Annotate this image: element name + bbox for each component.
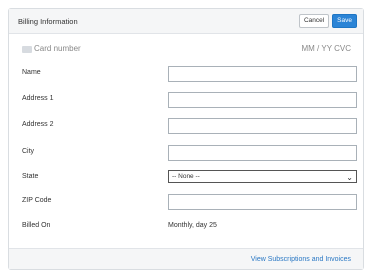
- state-selected-value: -- None --: [172, 173, 200, 180]
- header-buttons: Cancel Save: [298, 14, 357, 28]
- address2-label: Address 2: [22, 121, 54, 128]
- address1-field[interactable]: [168, 92, 357, 108]
- billed-on-label: Billed On: [22, 222, 51, 229]
- city-label: City: [22, 148, 35, 155]
- save-button[interactable]: Save: [332, 14, 357, 28]
- name-row: Name: [9, 66, 363, 82]
- zip-field[interactable]: [168, 194, 357, 210]
- cancel-button[interactable]: Cancel: [298, 14, 330, 28]
- address2-field[interactable]: [168, 118, 357, 134]
- address2-row: Address 2: [9, 118, 363, 134]
- zip-row: ZIP Code: [9, 194, 363, 210]
- city-row: City: [9, 145, 363, 161]
- zip-label: ZIP Code: [22, 197, 52, 204]
- card-number-row[interactable]: Card number MM / YY CVC: [9, 41, 363, 57]
- state-label: State: [22, 173, 39, 180]
- address1-row: Address 1: [9, 92, 363, 108]
- credit-card-icon: [22, 46, 32, 53]
- city-field[interactable]: [168, 145, 357, 161]
- view-subscriptions-link[interactable]: View Subscriptions and Invoices: [251, 256, 351, 263]
- address1-label: Address 1: [22, 95, 54, 102]
- chevron-down-icon: ⌄: [346, 173, 353, 182]
- panel-footer: View Subscriptions and Invoices: [9, 248, 363, 269]
- billed-on-value: Monthly, day 25: [168, 222, 217, 229]
- panel-header: Billing Information Cancel Save: [9, 9, 363, 34]
- billing-information-panel: Billing Information Cancel Save Card num…: [8, 8, 364, 270]
- name-label: Name: [22, 69, 41, 76]
- state-row: State -- None -- ⌄: [9, 170, 363, 186]
- name-field[interactable]: [168, 66, 357, 82]
- state-select[interactable]: -- None -- ⌄: [168, 170, 357, 183]
- panel-title: Billing Information: [18, 16, 78, 26]
- expiry-cvc-placeholder: MM / YY CVC: [301, 44, 352, 53]
- billed-on-row: Billed On Monthly, day 25: [9, 219, 363, 235]
- card-number-placeholder: Card number: [34, 44, 81, 53]
